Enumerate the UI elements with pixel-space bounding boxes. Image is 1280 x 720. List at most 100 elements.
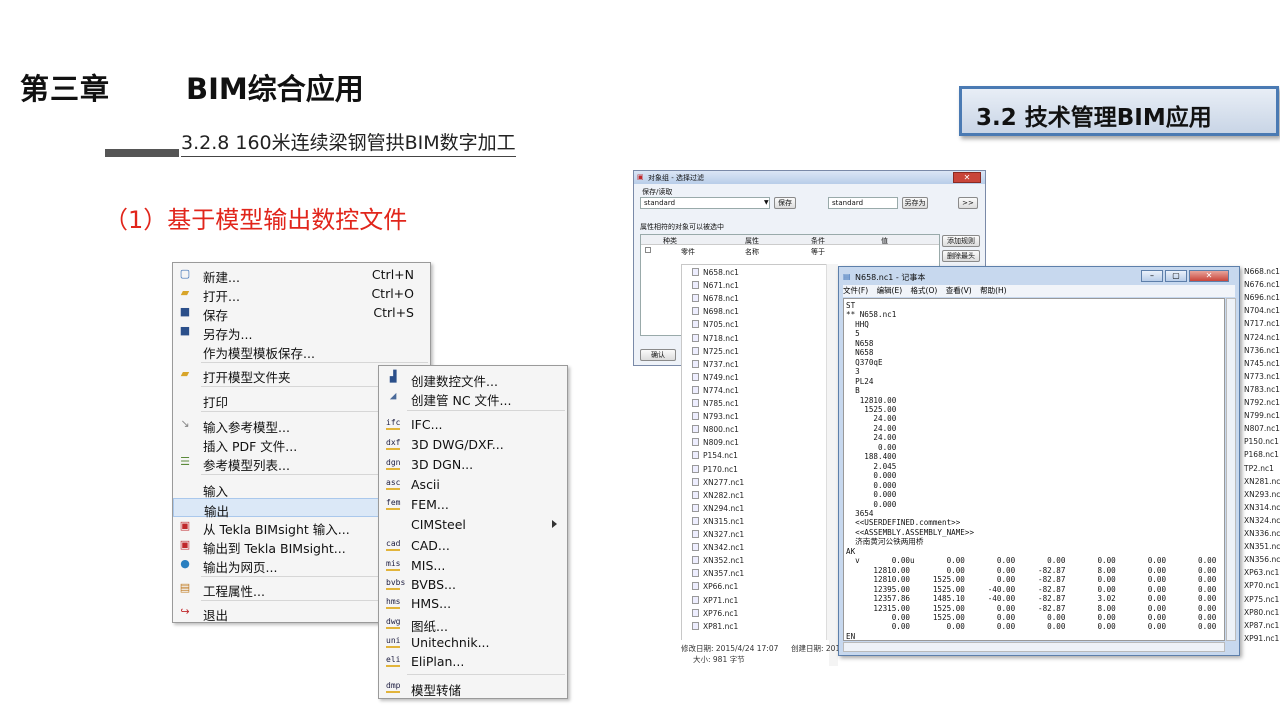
submenu-item-drawing[interactable]: dwg 图纸... [379,614,567,634]
file-list-item[interactable]: N809.nc1 [692,438,739,450]
file-list-item[interactable]: XN324.nc1 [1244,516,1280,528]
file-list-item[interactable]: XP70.nc1 [1244,581,1279,593]
horizontal-scrollbar[interactable] [843,642,1225,652]
file-list-item[interactable]: XN277.nc1 [692,477,744,490]
menu-edit[interactable]: 编辑(E) [877,286,903,295]
file-list-item[interactable]: TP2.nc1 [1244,464,1274,476]
menu-item-save-as[interactable]: ■ 另存为... [173,322,430,342]
file-list-item[interactable]: XP81.nc1 [692,621,738,634]
minimize-icon[interactable]: – [1141,270,1163,282]
save-as-button[interactable]: 另存为 [902,197,928,209]
file-list-item[interactable]: N807.nc1 [1244,424,1280,436]
menu-item-new[interactable]: ▢ 新建... Ctrl+N [173,265,430,285]
file-list-item[interactable]: XN351.nc1 [1244,542,1280,554]
file-list-item[interactable]: XP66.nc1 [692,582,738,594]
menu-view[interactable]: 查看(V) [946,286,972,295]
file-list-item[interactable]: P150.nc1 [1244,437,1279,449]
file-list-item[interactable]: XN293.nc1 [1244,490,1280,502]
file-list-item[interactable]: XP71.nc1 [692,595,738,608]
file-list-item[interactable]: XP80.nc1 [1244,608,1279,620]
table-row[interactable]: 零件 名称 等于 [641,246,939,256]
file-list-item[interactable]: N736.nc1 [1244,346,1280,358]
row-checkbox[interactable] [645,247,651,253]
file-list-item[interactable]: N705.nc1 [692,320,739,332]
ok-button[interactable]: 确认 [640,349,676,361]
file-list-item[interactable]: P170.nc1 [692,464,738,477]
submenu-item-3d-dwg-dxf[interactable]: dxf 3D DWG/DXF... [379,435,567,454]
submenu-item-fem[interactable]: fem FEM... [379,495,567,514]
file-list-item[interactable]: N792.nc1 [1244,398,1280,410]
file-list-item[interactable]: N678.nc1 [692,294,739,306]
submenu-item-create-tube-nc[interactable]: ◢ 创建管 NC 文件... [379,388,567,409]
file-list-item[interactable]: XP91.nc1 [1244,634,1279,644]
menu-file[interactable]: 文件(F) [843,286,868,295]
submenu-item-unitechnik[interactable]: uni Unitechnik... [379,633,567,652]
menu-item-open[interactable]: ▰ 打开... Ctrl+O [173,284,430,304]
preset-select[interactable]: standard [640,197,770,209]
file-list-item[interactable]: N671.nc1 [692,281,739,293]
file-list-item[interactable]: XN342.nc1 [692,543,744,555]
file-list-item[interactable]: XP76.nc1 [692,608,738,621]
notepad-textarea[interactable]: ST ** N658.nc1 HHQ 5 N658 N658 Q370qE 3 … [843,298,1225,641]
file-list-item[interactable]: N668.nc1 [1244,267,1280,279]
file-list-item[interactable]: N704.nc1 [1244,306,1280,318]
file-list-item[interactable]: XN281.nc1 [1244,477,1280,489]
submenu-item-ascii[interactable]: asc Ascii [379,475,567,494]
file-list-item[interactable]: XN315.nc1 [692,516,744,529]
file-list-item[interactable]: XP87.nc1 [1244,621,1279,633]
file-list-item[interactable]: XN352.nc1 [692,556,744,568]
preset-name-input[interactable]: standard [828,197,898,209]
close-icon[interactable]: ✕ [953,172,981,183]
file-list-item[interactable]: XP75.nc1 [1244,595,1279,607]
file-list-item[interactable]: N718.nc1 [692,333,739,346]
submenu-item-mis[interactable]: mis MIS... [379,556,567,575]
file-list-item[interactable]: XN282.nc1 [692,490,744,503]
file-list-item[interactable]: XN356.nc1 [1244,555,1280,567]
file-list-item[interactable]: N745.nc1 [1244,359,1280,371]
file-list-item[interactable]: XN357.nc1 [692,569,744,581]
close-icon[interactable]: ✕ [1189,270,1229,282]
menu-item-save[interactable]: ■ 保存 Ctrl+S [173,303,430,323]
file-list-item[interactable]: N724.nc1 [1244,333,1280,345]
submenu-item-cad[interactable]: cad CAD... [379,536,567,555]
file-list-item[interactable]: N749.nc1 [692,372,739,385]
file-list-item[interactable]: P154.nc1 [692,451,738,463]
file-list-item[interactable]: N783.nc1 [1244,385,1280,397]
file-list-item[interactable]: XN314.nc1 [1244,503,1280,515]
file-list-item[interactable]: XN336.nc1 [1244,529,1280,541]
submenu-item-3d-dgn[interactable]: dgn 3D DGN... [379,455,567,474]
menu-format[interactable]: 格式(O) [911,286,938,295]
file-list-item[interactable]: XN294.nc1 [692,503,744,516]
expand-button[interactable]: >> [958,197,978,209]
submenu-item-bvbs[interactable]: bvbs BVBS... [379,575,567,594]
menu-item-save-template[interactable]: 作为模型模板保存... [173,341,430,361]
chevron-down-icon[interactable]: ▼ [764,199,769,206]
file-list-item[interactable]: N800.nc1 [692,425,739,437]
file-list-item[interactable]: N676.nc1 [1244,280,1280,292]
file-list-item[interactable]: N698.nc1 [692,307,739,319]
file-list-item[interactable]: N696.nc1 [1244,293,1280,305]
add-rule-button[interactable]: 添加规则 [942,235,980,247]
submenu-item-cimsteel[interactable]: CIMSteel [379,515,567,534]
maximize-icon[interactable]: ▢ [1165,270,1187,282]
file-list-item[interactable]: N799.nc1 [1244,411,1280,423]
file-list-item[interactable]: P168.nc1 [1244,450,1279,462]
vertical-scrollbar[interactable] [1226,298,1236,641]
submenu-item-ifc[interactable]: ifc IFC... [379,415,567,434]
file-list-item[interactable]: N658.nc1 [692,268,739,280]
file-list-item[interactable]: N725.nc1 [692,346,739,359]
file-list-item[interactable]: XP63.nc1 [1244,568,1279,580]
submenu-item-hms[interactable]: hms HMS... [379,594,567,613]
submenu-item-eliplan[interactable]: eli EliPlan... [379,652,567,671]
submenu-item-model-dump[interactable]: dmp 模型转储 [379,678,567,698]
delete-row-button[interactable]: 删除最头 [942,250,980,262]
menu-help[interactable]: 帮助(H) [980,286,1007,295]
file-list-item[interactable]: N717.nc1 [1244,319,1280,331]
file-list-item[interactable]: N737.nc1 [692,359,739,372]
file-list-item[interactable]: N793.nc1 [692,412,739,424]
file-list-item[interactable]: XN327.nc1 [692,530,744,542]
file-list-item[interactable]: N774.nc1 [692,385,739,398]
file-list-item[interactable]: N773.nc1 [1244,372,1280,384]
submenu-item-create-nc[interactable]: ▟ 创建数控文件... [379,369,567,390]
file-list-item[interactable]: N785.nc1 [692,399,739,411]
